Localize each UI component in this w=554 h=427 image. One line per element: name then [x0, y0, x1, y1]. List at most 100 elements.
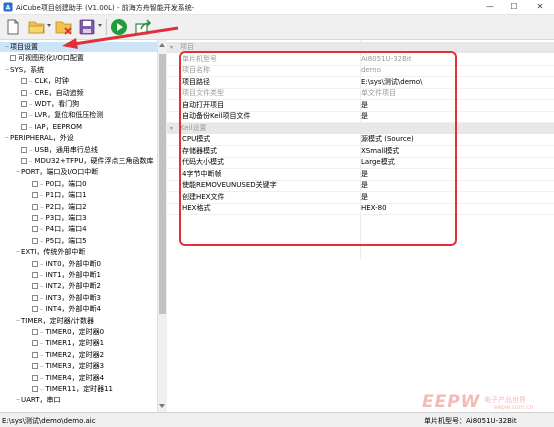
- property-value[interactable]: E:\sys\测试\demo\: [361, 77, 423, 88]
- tree-checkbox[interactable]: [32, 340, 38, 347]
- property-row[interactable]: 使能REMOVEUNUSED关键字 是: [167, 180, 554, 192]
- tree-item[interactable]: – WDT，看门狗: [0, 99, 166, 109]
- tree-item[interactable]: −项目设置: [0, 42, 164, 52]
- tree-checkbox[interactable]: [32, 283, 38, 290]
- tree-checkbox[interactable]: [32, 237, 38, 244]
- tree-item[interactable]: – P2口，端口2: [0, 202, 166, 212]
- tree-item[interactable]: – TIMER0，定时器0: [0, 327, 166, 337]
- property-row[interactable]: 存储器模式 XSmall模式: [167, 146, 554, 158]
- tree-item[interactable]: – LVR，复位和低压检测: [0, 110, 166, 120]
- tree-checkbox[interactable]: [21, 101, 27, 107]
- property-group-header[interactable]: ▾ Keil设置: [167, 122, 554, 134]
- property-row[interactable]: 项目文件类型 单文件项目: [167, 88, 554, 100]
- project-tree[interactable]: −项目设置 可视图形化I/O口配置 −SYS，系统 – CLK，时钟 – CRE，自动追频 –…: [0, 40, 167, 412]
- collapse-icon[interactable]: ▾: [170, 123, 173, 134]
- property-row[interactable]: CPU模式 源模式 (Source): [167, 134, 554, 146]
- property-row[interactable]: 自动备份Keil项目文件 是: [167, 111, 554, 123]
- folder-open-icon[interactable]: [28, 18, 46, 36]
- property-value[interactable]: Ai8051U-32Bit: [361, 54, 412, 65]
- tree-checkbox[interactable]: [21, 158, 27, 164]
- tree-item[interactable]: – TIMER2，定时器2: [0, 350, 166, 360]
- property-value[interactable]: 是: [361, 192, 368, 203]
- tree-checkbox[interactable]: [32, 180, 38, 187]
- property-row[interactable]: 创建HEX文件 是: [167, 192, 554, 204]
- collapse-icon[interactable]: ▾: [170, 42, 173, 53]
- tree-item[interactable]: – P3口，端口3: [0, 213, 166, 223]
- minimize-button[interactable]: —: [478, 0, 502, 14]
- tree-item[interactable]: −UART，串口: [0, 395, 166, 405]
- tree-checkbox[interactable]: [32, 351, 38, 358]
- tree-item[interactable]: – TIMER11，定时器11: [0, 384, 166, 394]
- property-row[interactable]: 单片机型号 Ai8051U-32Bit: [167, 54, 554, 66]
- tree-checkbox[interactable]: [21, 78, 27, 85]
- property-row[interactable]: 自动打开项目 是: [167, 100, 554, 112]
- tree-item[interactable]: – TIMER4，定时器4: [0, 373, 166, 383]
- tree-checkbox[interactable]: [32, 215, 38, 221]
- property-value[interactable]: 是: [361, 169, 368, 180]
- tree-item[interactable]: −PORT，端口及I/O口中断: [0, 167, 166, 177]
- tree-checkbox[interactable]: [32, 386, 38, 392]
- tree-item[interactable]: – TIMER1，定时器1: [0, 338, 166, 348]
- tree-item[interactable]: – P0口，端口0: [0, 179, 166, 189]
- tree-item[interactable]: – INT4，外部中断4: [0, 304, 166, 314]
- property-row[interactable]: 项目名称 demo: [167, 65, 554, 77]
- tree-checkbox[interactable]: [21, 112, 27, 119]
- tree-item[interactable]: – CRE，自动追频: [0, 88, 166, 98]
- property-value[interactable]: 是: [361, 100, 368, 111]
- property-row[interactable]: HEX格式 HEX-80: [167, 203, 554, 215]
- tree-item[interactable]: −TIMER，定时器/计数器: [0, 316, 166, 326]
- tree-item[interactable]: – IAP，EEPROM: [0, 122, 166, 132]
- property-group-header[interactable]: ▾ 项目: [167, 42, 554, 53]
- tree-item[interactable]: – P5口，端口5: [0, 236, 166, 246]
- tree-checkbox[interactable]: [32, 203, 38, 210]
- tree-checkbox[interactable]: [21, 89, 27, 96]
- tree-item[interactable]: 可视图形化I/O口配置: [0, 53, 164, 63]
- tree-checkbox[interactable]: [21, 146, 27, 153]
- property-value[interactable]: demo: [361, 65, 381, 76]
- tree-scrollbar[interactable]: [157, 40, 167, 412]
- chevron-down-icon[interactable]: [98, 24, 102, 27]
- tree-item[interactable]: – INT0，外部中断0: [0, 259, 166, 269]
- tree-item[interactable]: – USB，通用串行总线: [0, 145, 166, 155]
- tree-checkbox[interactable]: [32, 374, 38, 381]
- scroll-up-icon[interactable]: [159, 43, 165, 47]
- tree-checkbox[interactable]: [21, 123, 27, 130]
- tree-checkbox[interactable]: [32, 192, 38, 199]
- tree-item[interactable]: – INT2，外部中断2: [0, 281, 166, 291]
- save-icon[interactable]: [78, 18, 96, 36]
- tree-item[interactable]: −SYS，系统: [0, 65, 164, 75]
- property-row[interactable]: 4字节中断帧 是: [167, 169, 554, 181]
- tree-item[interactable]: – INT3，外部中断3: [0, 293, 166, 303]
- tree-checkbox[interactable]: [32, 294, 38, 301]
- property-row[interactable]: 代码大小模式 Large模式: [167, 157, 554, 169]
- tree-checkbox[interactable]: [32, 329, 38, 335]
- tree-item[interactable]: – INT1，外部中断1: [0, 270, 166, 280]
- tree-item[interactable]: −PERIPHERAL，外设: [0, 133, 164, 143]
- property-value[interactable]: Large模式: [361, 157, 395, 168]
- tree-item[interactable]: – CLK，时钟: [0, 76, 166, 86]
- play-icon[interactable]: [110, 18, 128, 36]
- property-grid[interactable]: ▾ 项目 单片机型号 Ai8051U-32Bit 项目名称 demo 项目路径 E:\sys\…: [167, 40, 554, 412]
- property-row[interactable]: 项目路径 E:\sys\测试\demo\: [167, 77, 554, 89]
- tree-item[interactable]: −EXTI，传统外部中断: [0, 247, 166, 257]
- property-value[interactable]: 是: [361, 180, 368, 191]
- tree-item[interactable]: – P1口，端口1: [0, 190, 166, 200]
- tree-checkbox[interactable]: [32, 260, 38, 267]
- property-value[interactable]: 源模式 (Source): [361, 134, 414, 145]
- tree-item[interactable]: – TIMER3，定时器3: [0, 361, 166, 371]
- folder-close-icon[interactable]: [55, 18, 73, 36]
- maximize-button[interactable]: ☐: [502, 0, 526, 14]
- property-value[interactable]: 单文件项目: [361, 88, 396, 99]
- property-value[interactable]: 是: [361, 111, 368, 122]
- tree-checkbox[interactable]: [32, 226, 38, 233]
- tree-checkbox[interactable]: [10, 55, 16, 62]
- export-icon[interactable]: [134, 18, 152, 36]
- property-value[interactable]: XSmall模式: [361, 146, 399, 157]
- tree-checkbox[interactable]: [32, 272, 38, 278]
- file-new-icon[interactable]: [4, 18, 22, 36]
- chevron-down-icon[interactable]: [47, 24, 51, 27]
- tree-checkbox[interactable]: [32, 306, 38, 313]
- scroll-down-icon[interactable]: [159, 404, 165, 408]
- tree-item[interactable]: – P4口，端口4: [0, 224, 166, 234]
- tree-item[interactable]: – MDU32+TFPU，硬件浮点三角函数库: [0, 156, 166, 166]
